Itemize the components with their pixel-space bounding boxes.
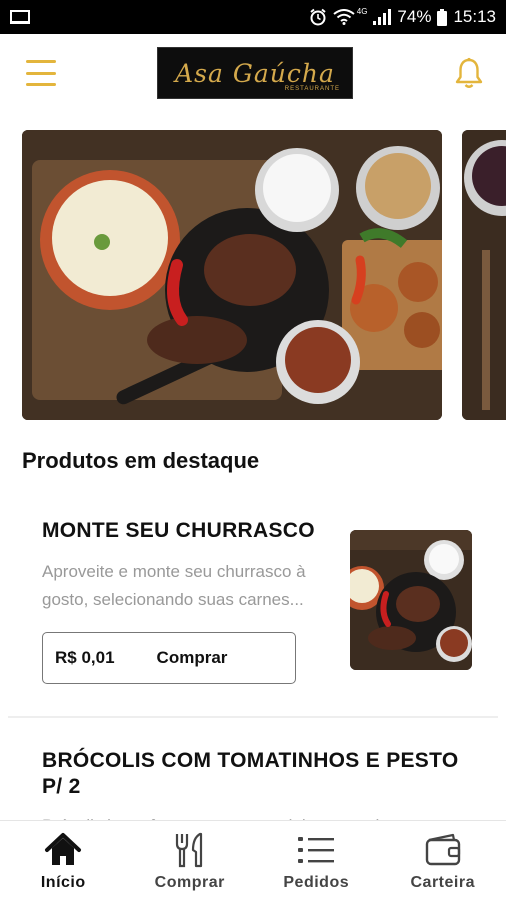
buy-button-label: Comprar	[156, 648, 228, 667]
nav-label: Comprar	[154, 873, 225, 891]
nav-item-comprar[interactable]: Comprar	[127, 821, 254, 900]
bottom-navigation: Início Comprar Pedidos Carteira	[0, 820, 506, 900]
alarm-icon	[310, 8, 326, 26]
nav-label: Carteira	[410, 873, 475, 891]
product-description: Aproveite e monte seu churrasco à gosto,…	[42, 562, 306, 609]
nav-item-carteira[interactable]: Carteira	[380, 821, 506, 900]
banner-next-illustration	[462, 130, 506, 420]
buy-button[interactable]: R$ 0,01 Comprar	[42, 632, 296, 684]
nav-label: Pedidos	[283, 873, 350, 891]
restaurant-logo: Asa Gaúcha RESTAURANTE	[157, 47, 353, 99]
home-icon	[45, 832, 82, 865]
logo-brand-text: Asa Gaúcha	[175, 58, 335, 88]
nav-item-inicio[interactable]: Início	[0, 821, 127, 900]
clock: 15:13	[453, 7, 496, 26]
list-icon	[298, 836, 335, 863]
logo-subtext: RESTAURANTE	[284, 86, 340, 92]
wallet-icon	[425, 833, 460, 865]
battery-percent: 74%	[397, 7, 432, 26]
product-thumbnail-illustration	[350, 530, 472, 670]
network-type: 4G	[356, 7, 368, 16]
product-divider	[8, 716, 498, 718]
notification-bell-icon[interactable]	[454, 57, 484, 89]
signal-icon	[373, 9, 392, 25]
nav-item-pedidos[interactable]: Pedidos	[253, 821, 380, 900]
hamburger-menu-icon[interactable]	[26, 60, 56, 86]
product-title[interactable]: BRÓCOLIS COM TOMATINHOS E PESTO P/ 2	[42, 748, 482, 800]
battery-icon	[437, 8, 448, 26]
nav-label: Início	[40, 873, 86, 891]
app-header: Asa Gaúcha RESTAURANTE	[0, 34, 506, 112]
banner-image-next[interactable]	[462, 130, 506, 420]
wifi-icon	[333, 9, 355, 25]
banner-image-food[interactable]	[22, 130, 442, 420]
product-price: R$ 0,01	[55, 648, 115, 667]
product-thumbnail[interactable]	[350, 530, 472, 670]
screen-icon	[10, 10, 30, 24]
cutlery-icon	[175, 832, 202, 867]
banner-food-illustration	[22, 130, 442, 420]
status-bar: 4G 74% 15:13	[0, 0, 506, 34]
section-title-featured: Produtos em destaque	[22, 448, 260, 473]
